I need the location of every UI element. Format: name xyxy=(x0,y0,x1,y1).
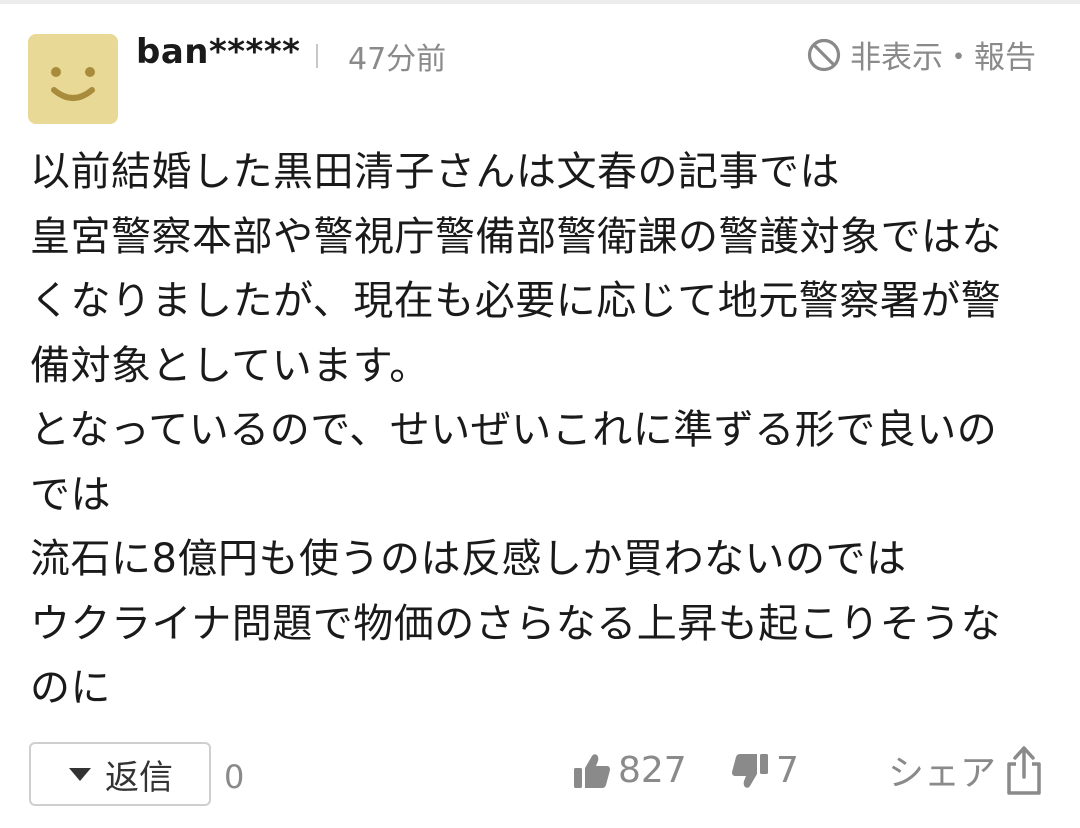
dislike-button[interactable]: 7 xyxy=(730,750,799,791)
hide-report-button[interactable]: 非表示・報告 xyxy=(806,32,1036,77)
comment-line: 皇宮警察本部や警視庁警備部警衛課の警護対象ではな xyxy=(30,213,1002,260)
comment-line: では xyxy=(30,471,111,518)
reply-count: 0 xyxy=(224,758,245,796)
block-icon xyxy=(807,38,841,71)
comment-line: となっているので、せいぜいこれに準ずる形で良いの xyxy=(30,407,998,453)
post-time: 47分前 xyxy=(348,42,447,77)
share-icon xyxy=(1007,746,1041,795)
smiley-face-icon xyxy=(51,67,95,101)
hide-report-label: 非表示・報告 xyxy=(850,40,1036,76)
like-button[interactable]: 827 xyxy=(572,750,687,791)
username: ban***** xyxy=(136,32,301,72)
avatar xyxy=(28,34,118,124)
comment-line: 流石に8億円も使うのは反感しか買わないのでは xyxy=(30,536,907,582)
top-divider xyxy=(0,0,1080,4)
comment-line: 以前結婚した黒田清子さんは文春の記事では xyxy=(30,149,840,195)
thumbs-down-icon xyxy=(732,753,768,788)
comment-line: ウクライナ問題で物価のさらなる上昇も起こりそうな xyxy=(30,600,1002,647)
comment-line: くなりましたが、現在も必要に応じて地元警察署が警 xyxy=(30,278,1002,324)
share-button[interactable]: シェア xyxy=(888,744,1042,796)
reply-label: 返信 xyxy=(105,757,173,798)
comment-line: 備対象としています。 xyxy=(30,342,430,389)
reply-button[interactable]: 返信 xyxy=(29,742,211,806)
thumbs-up-icon xyxy=(574,753,610,788)
like-count: 827 xyxy=(618,750,687,791)
comment-text: 以前結婚した黒田清子さんは文春の記事では 皇宮警察本部や警視庁警備部警衛課の警護… xyxy=(30,140,1052,721)
meta-divider xyxy=(316,44,318,68)
caret-down-icon xyxy=(69,767,91,781)
dislike-count: 7 xyxy=(776,750,799,791)
share-label: シェア xyxy=(887,753,996,794)
comment-line: のに xyxy=(30,665,111,711)
